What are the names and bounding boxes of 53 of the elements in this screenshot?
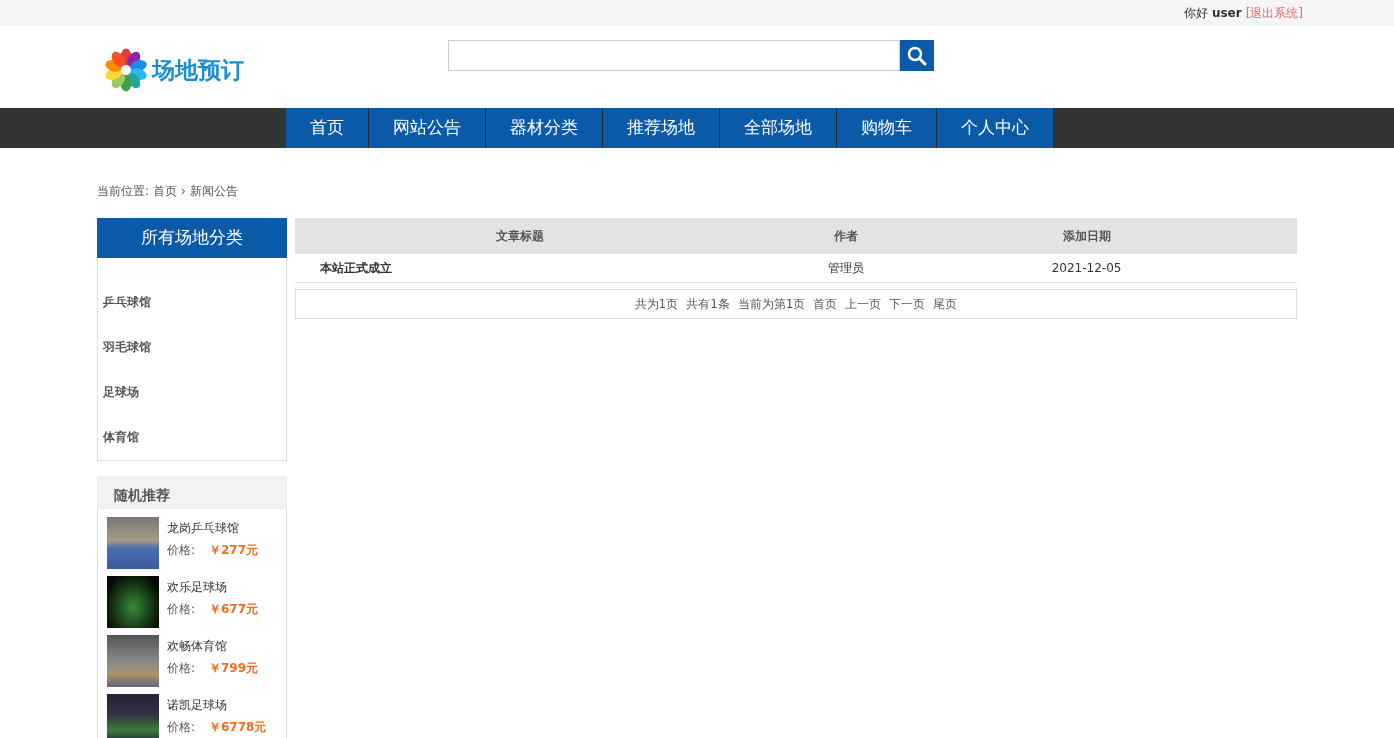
venue-link[interactable]: 诺凯足球场 [167, 696, 267, 714]
breadcrumb-separator: › [181, 183, 186, 200]
nav-item[interactable]: 个人中心 [937, 108, 1054, 148]
table-cell-text: 2021-12-05 [1050, 260, 1123, 277]
price-value: ￥6778元 [209, 719, 267, 736]
photo-placeholder [107, 635, 159, 687]
venue-link[interactable]: 欢畅体育馆 [167, 637, 259, 655]
price-value: ￥799元 [209, 660, 259, 677]
article-title-link[interactable]: 本站正式成立 [295, 259, 746, 277]
search-button[interactable] [900, 40, 934, 71]
username-text: user [1211, 5, 1242, 22]
category-link[interactable]: 羽毛球馆 [98, 325, 286, 370]
photo-placeholder [107, 517, 159, 569]
nav-item[interactable]: 购物车 [837, 108, 937, 148]
price-value: ￥677元 [209, 601, 259, 618]
table-cell-text: 管理员 [827, 260, 866, 277]
greeting-text: 你好 [1183, 5, 1208, 22]
price-label: 价格: [167, 660, 197, 677]
venue-link[interactable]: 龙岗乒乓球馆 [167, 519, 259, 537]
nav-item[interactable]: 推荐场地 [603, 108, 720, 148]
photo-placeholder [107, 576, 159, 628]
pagination-info: 当前为第1页 [737, 296, 806, 313]
breadcrumb-link[interactable]: 新闻公告 [189, 182, 238, 200]
pagination-info: 共为1页 [634, 296, 679, 313]
recommend-title: 随机推荐 [97, 476, 287, 509]
price-value: ￥277元 [209, 542, 259, 559]
search-icon [907, 45, 927, 66]
pagination-link[interactable]: 下一页 [889, 295, 926, 313]
pagination-link[interactable]: 上一页 [845, 295, 882, 313]
price-label: 价格: [167, 601, 197, 618]
venue-link[interactable]: 欢乐足球场 [167, 578, 259, 596]
pagination-link[interactable]: 尾页 [933, 295, 958, 313]
price-label: 价格: [167, 542, 197, 559]
pagination-info: 共有1条 [686, 296, 730, 313]
category-link[interactable]: 乒乓球馆 [98, 280, 286, 325]
photo-placeholder [107, 694, 159, 738]
nav-item[interactable]: 网站公告 [369, 108, 486, 148]
column-header: 作者 [833, 228, 860, 245]
pagination-link[interactable]: 首页 [813, 295, 838, 313]
sidebar-title: 所有场地分类 [97, 218, 287, 258]
column-header: 文章标题 [495, 228, 546, 245]
price-label: 价格: [167, 719, 197, 736]
logo-text: 场地预订 [152, 54, 244, 85]
column-header: 添加日期 [1061, 228, 1112, 245]
search-field[interactable] [448, 40, 900, 71]
breadcrumb-link[interactable]: 首页 [153, 182, 178, 200]
nav-item[interactable]: 全部场地 [720, 108, 837, 148]
category-link[interactable]: 体育馆 [98, 415, 286, 460]
flower-logo-icon [104, 48, 148, 92]
category-link[interactable]: 足球场 [98, 370, 286, 415]
nav-item[interactable]: 器材分类 [486, 108, 603, 148]
nav-item[interactable]: 首页 [286, 108, 369, 148]
breadcrumb-label: 当前位置: [97, 183, 150, 200]
